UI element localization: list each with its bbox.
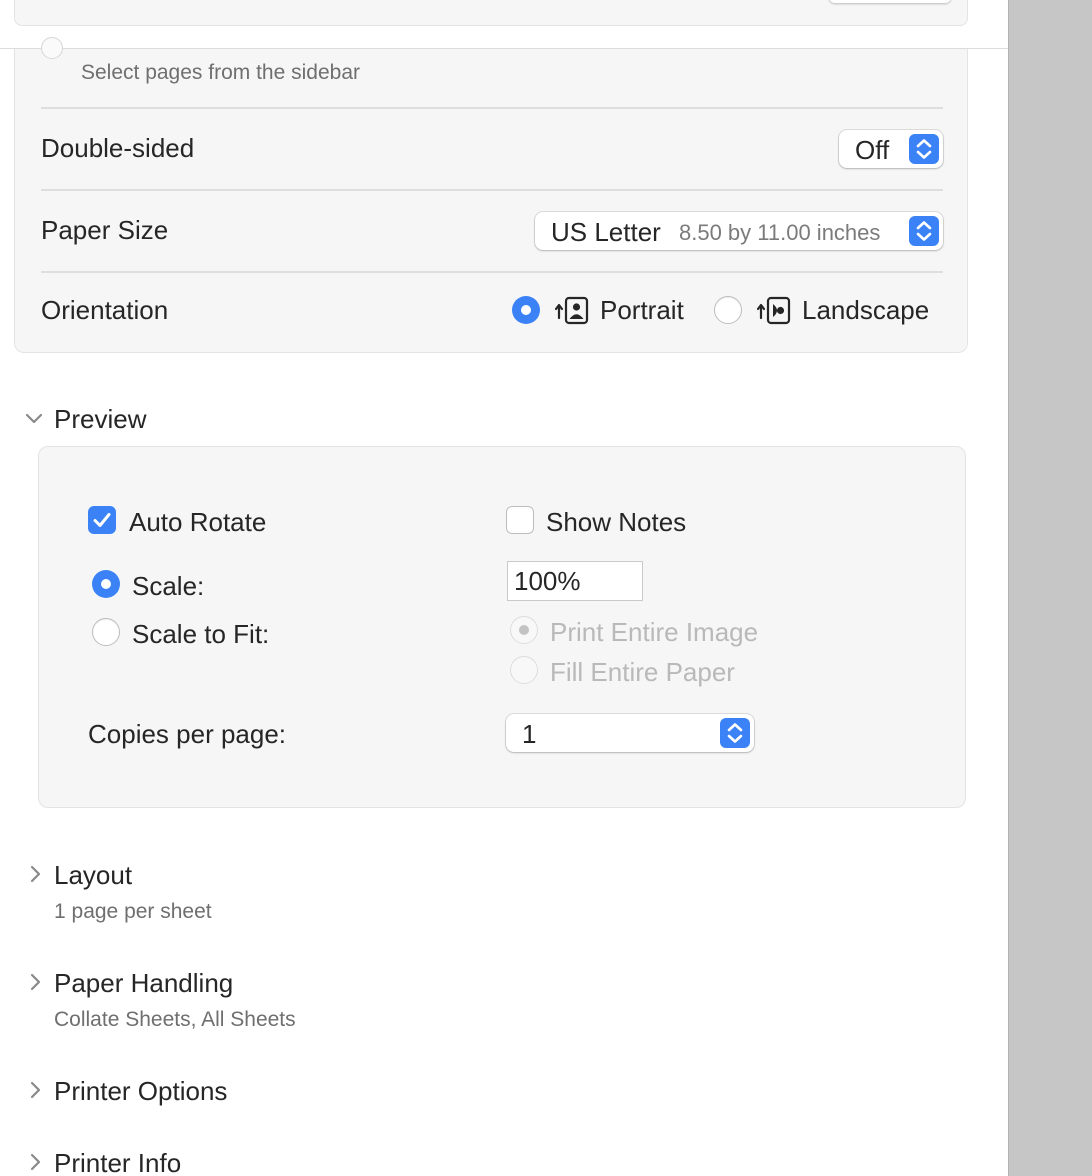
scale-to-fit-radio[interactable] xyxy=(92,618,120,646)
paper-size-dimensions: 8.50 by 11.00 inches xyxy=(679,220,881,245)
popup-arrows-icon xyxy=(909,134,939,164)
paper-handling-section-title[interactable]: Paper Handling xyxy=(54,968,233,999)
preview-section-title[interactable]: Preview xyxy=(54,404,146,435)
popup-arrows-icon xyxy=(909,216,939,246)
show-notes-label: Show Notes xyxy=(546,507,687,537)
landscape-icon xyxy=(757,296,791,325)
chevron-right-icon[interactable] xyxy=(26,972,44,992)
portrait-icon xyxy=(555,296,589,325)
double-sided-label: Double-sided xyxy=(41,133,195,163)
paper-handling-section-summary: Collate Sheets, All Sheets xyxy=(54,1008,296,1031)
pages-hint: Select pages from the sidebar xyxy=(81,61,360,84)
portrait-radio[interactable] xyxy=(512,296,540,324)
print-options-card: Select pages from the sidebar Double-sid… xyxy=(14,37,968,353)
printer-info-section-title[interactable]: Printer Info xyxy=(54,1148,181,1176)
row-divider xyxy=(41,107,943,109)
chevron-right-icon[interactable] xyxy=(26,1152,44,1172)
row-divider xyxy=(41,271,943,273)
scale-radio[interactable] xyxy=(92,570,120,598)
copies-per-page-value: 1 xyxy=(522,719,537,749)
scale-input[interactable] xyxy=(508,562,642,600)
pages-selection-radio[interactable] xyxy=(41,37,63,59)
window-background xyxy=(1008,0,1092,1176)
fill-entire-paper-label: Fill Entire Paper xyxy=(550,657,735,687)
copies-per-page-popup[interactable]: 1 xyxy=(506,714,754,752)
scale-to-fit-label: Scale to Fit: xyxy=(132,619,270,649)
layout-section-summary: 1 page per sheet xyxy=(54,900,212,923)
printer-options-section-title[interactable]: Printer Options xyxy=(54,1076,227,1107)
landscape-radio[interactable] xyxy=(714,296,742,324)
paper-size-label: Paper Size xyxy=(41,215,169,245)
print-dialog-sheet: Select pages from the sidebar Double-sid… xyxy=(0,0,1008,1176)
double-sided-value: Off xyxy=(855,135,890,165)
row-divider xyxy=(41,189,943,191)
layout-section-title[interactable]: Layout xyxy=(54,860,132,891)
print-entire-image-radio xyxy=(510,616,538,644)
auto-rotate-label: Auto Rotate xyxy=(129,507,267,537)
print-entire-image-label: Print Entire Image xyxy=(550,617,759,647)
paper-size-value: US Letter xyxy=(551,217,661,247)
checkmark-icon xyxy=(93,513,111,527)
top-card xyxy=(14,0,968,26)
popup-arrows-icon xyxy=(720,718,750,748)
auto-rotate-checkbox[interactable] xyxy=(88,506,116,534)
chevron-right-icon[interactable] xyxy=(26,1080,44,1100)
scale-field[interactable] xyxy=(507,561,643,601)
orientation-label: Orientation xyxy=(41,295,169,325)
show-notes-checkbox[interactable] xyxy=(506,506,534,534)
scale-label: Scale: xyxy=(132,571,205,601)
chevron-right-icon[interactable] xyxy=(26,864,44,884)
chevron-down-icon[interactable] xyxy=(24,410,44,428)
portrait-label: Portrait xyxy=(600,295,684,325)
double-sided-popup[interactable]: Off xyxy=(839,130,943,168)
preview-settings-card: Auto Rotate Show Notes Scale: Scale to F… xyxy=(38,446,966,808)
paper-size-popup[interactable]: US Letter 8.50 by 11.00 inches xyxy=(535,212,943,250)
landscape-label: Landscape xyxy=(802,295,930,325)
fill-entire-paper-radio xyxy=(510,656,538,684)
top-card-button[interactable] xyxy=(829,0,951,3)
copies-per-page-label: Copies per page: xyxy=(88,719,287,749)
